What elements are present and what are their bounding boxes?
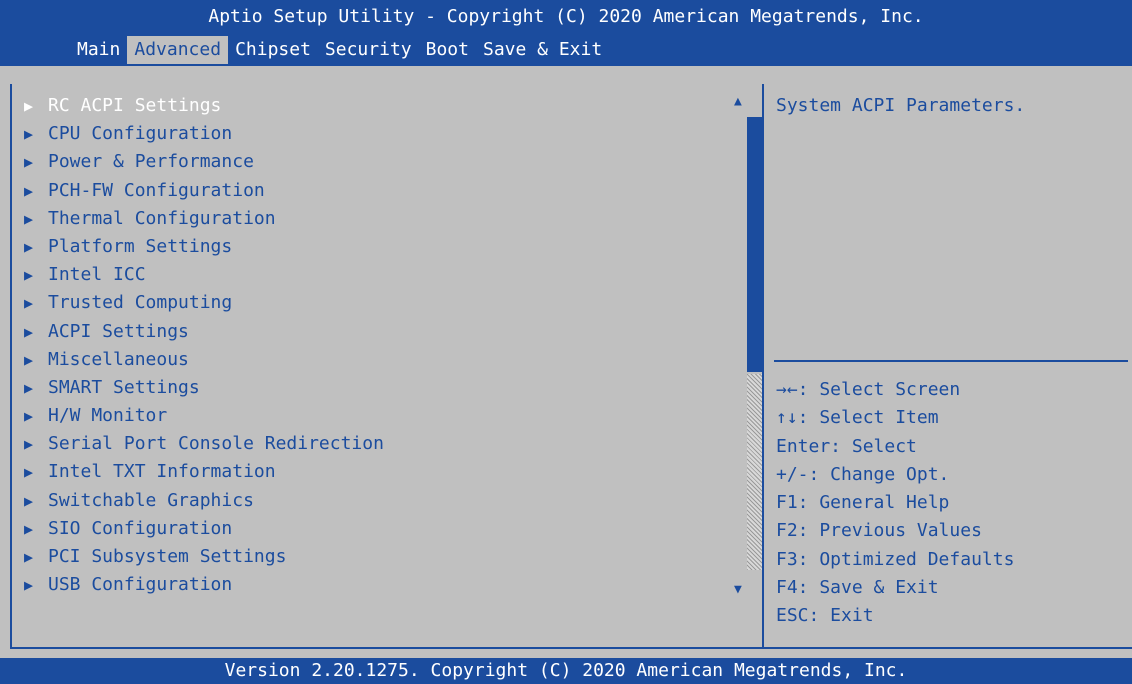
menu-item-label: Platform Settings bbox=[48, 235, 233, 257]
menu-item-label: Intel TXT Information bbox=[48, 461, 276, 483]
help-panel: System ACPI Parameters. →←: Select Scree… bbox=[762, 84, 1132, 649]
right-triangle-icon: ▶ bbox=[24, 97, 34, 115]
key-hint-previous-values: F2: Previous Values bbox=[776, 520, 982, 542]
menu-item-hw-monitor[interactable]: ▶ H/W Monitor bbox=[24, 402, 384, 430]
menu-item-label: Intel ICC bbox=[48, 264, 146, 286]
right-triangle-icon: ▶ bbox=[24, 519, 34, 538]
key-hint-change-opt: +/-: Change Opt. bbox=[776, 463, 950, 485]
menu-item-label: USB Configuration bbox=[48, 574, 233, 596]
window-title: Aptio Setup Utility - Copyright (C) 2020… bbox=[208, 6, 924, 27]
right-triangle-icon: ▶ bbox=[24, 350, 34, 369]
menu-item-label: Trusted Computing bbox=[48, 292, 233, 314]
tab-security[interactable]: Security bbox=[318, 36, 419, 64]
menu-item-serial-port-console-redirection[interactable]: ▶ Serial Port Console Redirection bbox=[24, 430, 384, 458]
menu-item-label: Switchable Graphics bbox=[48, 489, 254, 511]
scrollbar-track[interactable] bbox=[747, 374, 763, 570]
menu-item-rc-acpi-settings[interactable]: ▶ RC ACPI Settings bbox=[24, 92, 384, 120]
menu-item-platform-settings[interactable]: ▶ Platform Settings bbox=[24, 233, 384, 261]
menu-item-sio-configuration[interactable]: ▶ SIO Configuration bbox=[24, 515, 384, 543]
right-triangle-icon: ▶ bbox=[24, 153, 34, 172]
tab-advanced[interactable]: Advanced bbox=[127, 36, 229, 64]
key-hint-select-item: ↑↓: Select Item bbox=[776, 407, 939, 429]
key-hint-select-screen: →←: Select Screen bbox=[776, 379, 961, 400]
key-hint-general-help: F1: General Help bbox=[776, 492, 950, 514]
key-hint-esc-exit: ESC: Exit bbox=[776, 605, 874, 627]
tab-bar: Main Advanced Chipset Security Boot Save… bbox=[70, 36, 609, 64]
menu-item-switchable-graphics[interactable]: ▶ Switchable Graphics bbox=[24, 487, 384, 515]
menu-item-trusted-computing[interactable]: ▶ Trusted Computing bbox=[24, 289, 384, 317]
right-triangle-icon: ▶ bbox=[24, 181, 34, 200]
right-triangle-icon: ▶ bbox=[24, 548, 34, 566]
tab-main[interactable]: Main bbox=[70, 36, 127, 64]
menu-item-thermal-configuration[interactable]: ▶ Thermal Configuration bbox=[24, 205, 384, 233]
settings-panel: ▶ RC ACPI Settings ▶ CPU Configuration ▶ Po… bbox=[10, 84, 763, 649]
right-triangle-icon: ▶ bbox=[24, 407, 34, 426]
menu-item-acpi-settings[interactable]: ▶ ACPI Settings bbox=[24, 318, 384, 346]
right-triangle-icon: ▶ bbox=[24, 125, 34, 144]
menu-item-intel-icc[interactable]: ▶ Intel ICC bbox=[24, 261, 384, 289]
menu-item-label: Thermal Configuration bbox=[48, 207, 276, 229]
right-triangle-icon: ▶ bbox=[24, 491, 34, 510]
key-hint-save-exit: F4: Save & Exit bbox=[776, 577, 939, 599]
right-triangle-icon: ▶ bbox=[24, 435, 34, 454]
menu-item-usb-configuration[interactable]: ▶ USB Configuration bbox=[24, 571, 384, 599]
right-triangle-icon: ▶ bbox=[24, 322, 34, 341]
menu-item-label: Power & Performance bbox=[48, 151, 254, 173]
menu-item-label: Miscellaneous bbox=[48, 348, 189, 370]
right-triangle-icon: ▶ bbox=[24, 294, 34, 313]
help-description: System ACPI Parameters. bbox=[776, 95, 1026, 116]
menu-item-pch-fw-configuration[interactable]: ▶ PCH-FW Configuration bbox=[24, 177, 384, 205]
right-triangle-icon: ▶ bbox=[24, 237, 34, 256]
right-triangle-icon: ▶ bbox=[24, 463, 34, 482]
menu-item-label: ACPI Settings bbox=[48, 320, 189, 342]
right-triangle-icon: ▶ bbox=[24, 576, 34, 595]
menu-item-label: SIO Configuration bbox=[48, 517, 233, 539]
menu-item-label: CPU Configuration bbox=[48, 123, 233, 145]
menu-item-intel-txt-information[interactable]: ▶ Intel TXT Information bbox=[24, 458, 384, 486]
menu-item-power-performance[interactable]: ▶ Power & Performance bbox=[24, 148, 384, 176]
menu-item-label: PCI Subsystem Settings bbox=[48, 546, 287, 567]
tab-boot[interactable]: Boot bbox=[419, 36, 476, 64]
menu-item-miscellaneous[interactable]: ▶ Miscellaneous bbox=[24, 346, 384, 374]
right-triangle-icon: ▶ bbox=[24, 266, 34, 285]
key-legend: →←: Select Screen ↑↓: Select Item Enter:… bbox=[776, 376, 1014, 631]
menu-item-label: RC ACPI Settings bbox=[48, 95, 222, 116]
key-hint-enter: Enter: Select bbox=[776, 435, 917, 457]
version-footer: Version 2.20.1275. Copyright (C) 2020 Am… bbox=[0, 658, 1132, 684]
menu-item-label: Serial Port Console Redirection bbox=[48, 433, 384, 455]
key-hint-optimized-defaults: F3: Optimized Defaults bbox=[776, 548, 1015, 570]
menu-item-cpu-configuration[interactable]: ▶ CPU Configuration bbox=[24, 120, 384, 148]
right-triangle-icon: ▶ bbox=[24, 378, 34, 397]
scroll-down-arrow-icon[interactable]: ▼ bbox=[734, 582, 742, 597]
scroll-up-arrow-icon[interactable]: ▲ bbox=[734, 94, 742, 109]
help-divider bbox=[774, 360, 1128, 362]
title-bar: Aptio Setup Utility - Copyright (C) 2020… bbox=[0, 0, 1132, 66]
menu-item-label: SMART Settings bbox=[48, 376, 200, 398]
tab-save-exit[interactable]: Save & Exit bbox=[476, 36, 609, 64]
menu-item-pci-subsystem-settings[interactable]: ▶ PCI Subsystem Settings bbox=[24, 543, 384, 571]
scrollbar-thumb[interactable] bbox=[747, 117, 763, 372]
right-triangle-icon: ▶ bbox=[24, 209, 34, 228]
menu-item-label: H/W Monitor bbox=[48, 405, 168, 427]
tab-chipset[interactable]: Chipset bbox=[228, 36, 318, 64]
menu-item-smart-settings[interactable]: ▶ SMART Settings bbox=[24, 374, 384, 402]
menu-item-label: PCH-FW Configuration bbox=[48, 179, 265, 201]
settings-menu-list: ▶ RC ACPI Settings ▶ CPU Configuration ▶ Po… bbox=[24, 92, 384, 599]
